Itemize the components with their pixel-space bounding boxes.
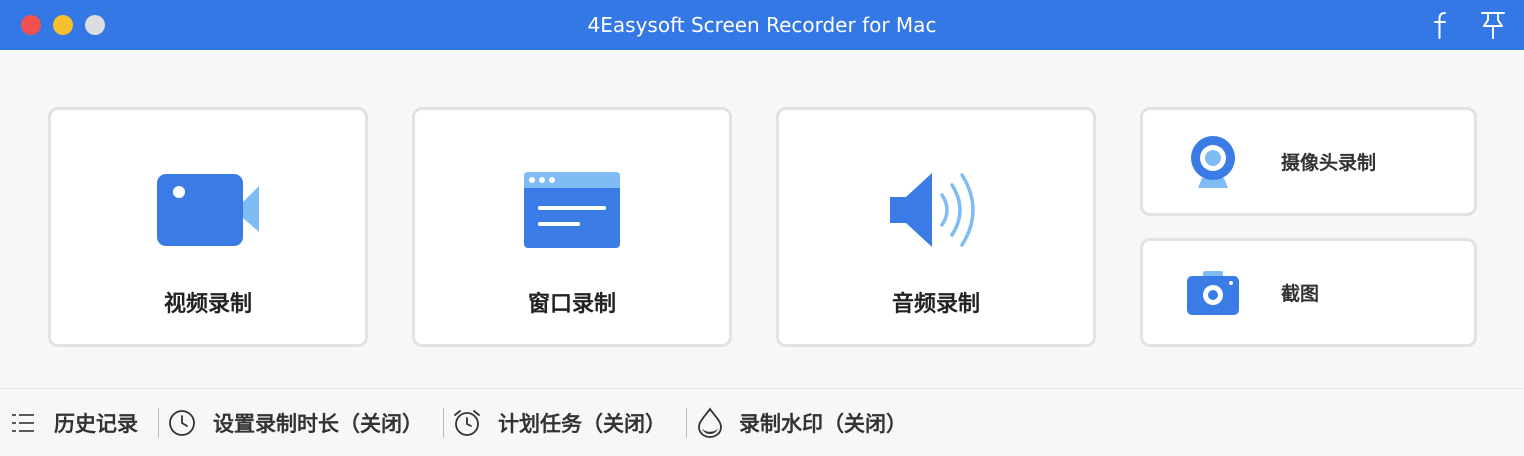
set-duration-button[interactable]: 设置录制时长 （关闭）: [167, 389, 423, 456]
video-camera-icon: [51, 165, 365, 255]
water-drop-icon: [695, 406, 725, 438]
schedule-task-status: （关闭）: [582, 411, 666, 436]
toolbar-separator: [443, 407, 444, 438]
window-record-card[interactable]: 窗口录制: [412, 107, 732, 347]
audio-record-card[interactable]: 音频录制: [776, 107, 1096, 347]
webcam-record-card[interactable]: 摄像头录制: [1140, 107, 1477, 216]
set-duration-status: （关闭）: [339, 411, 423, 436]
screenshot-card[interactable]: 截图: [1140, 238, 1477, 347]
set-duration-label: 设置录制时长: [213, 411, 339, 436]
app-window: 4Easysoft Screen Recorder for Mac 视频录制 窗…: [0, 0, 1524, 456]
window-record-label: 窗口录制: [527, 292, 616, 317]
history-button[interactable]: 历史记录: [8, 389, 138, 456]
schedule-task-button[interactable]: 计划任务 （关闭）: [452, 389, 666, 456]
toolbar-separator: [686, 407, 687, 438]
pin-icon[interactable]: [1476, 8, 1510, 42]
schedule-task-label: 计划任务: [498, 411, 582, 436]
screenshot-label: 截图: [1281, 283, 1320, 305]
watermark-status: （关闭）: [823, 411, 907, 436]
close-window-button[interactable]: [21, 15, 41, 35]
speaker-icon: [779, 165, 1093, 255]
facebook-icon[interactable]: [1424, 8, 1458, 42]
list-icon: [8, 408, 38, 438]
browser-window-icon: [415, 165, 729, 255]
camera-icon: [1183, 263, 1243, 323]
zoom-window-button[interactable]: [85, 15, 105, 35]
clock-icon: [167, 408, 197, 438]
watermark-button[interactable]: 录制水印 （关闭）: [695, 389, 907, 456]
window-title: 4Easysoft Screen Recorder for Mac: [587, 13, 937, 37]
bottom-toolbar: 历史记录 设置录制时长 （关闭） 计划任务 （关闭） 录制水印 （关闭）: [0, 389, 1524, 456]
history-label: 历史记录: [54, 411, 138, 436]
webcam-record-label: 摄像头录制: [1281, 152, 1377, 174]
video-record-card[interactable]: 视频录制: [48, 107, 368, 347]
watermark-label: 录制水印: [739, 411, 823, 436]
alarm-clock-icon: [452, 408, 482, 438]
minimize-window-button[interactable]: [53, 15, 73, 35]
webcam-icon: [1183, 132, 1243, 192]
audio-record-label: 音频录制: [891, 292, 980, 317]
toolbar-separator: [158, 407, 159, 438]
video-record-label: 视频录制: [163, 292, 252, 317]
title-bar: 4Easysoft Screen Recorder for Mac: [0, 0, 1524, 50]
